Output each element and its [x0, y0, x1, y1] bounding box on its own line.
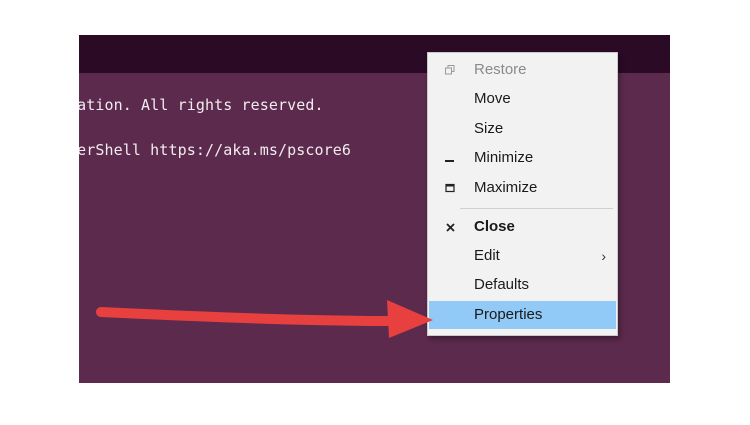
menu-item-move[interactable]: Move — [429, 85, 616, 113]
menu-item-maximize[interactable]: Maximize — [429, 174, 616, 202]
menu-item-label: Restore — [474, 61, 527, 78]
red-arrow-annotation — [96, 300, 433, 338]
menu-item-defaults[interactable]: Defaults — [429, 271, 616, 299]
chevron-right-icon: › — [601, 248, 606, 264]
menu-item-minimize[interactable]: Minimize — [429, 144, 616, 172]
menu-item-label: Maximize — [474, 179, 538, 196]
menu-item-label: Properties — [474, 306, 543, 323]
menu-item-label: Defaults — [474, 276, 530, 293]
terminal-output-line: werShell https://aka.ms/pscore6 — [79, 141, 352, 159]
menu-item-label: Move — [474, 90, 511, 107]
menu-item-size[interactable]: Size — [429, 115, 616, 143]
restore-icon — [443, 56, 457, 84]
maximize-icon — [443, 174, 457, 202]
menu-item-properties[interactable]: Properties — [429, 301, 616, 329]
menu-item-label: Minimize — [474, 149, 534, 166]
menu-item-restore[interactable]: Restore — [429, 56, 616, 84]
terminal-output-line: ration. All rights reserved. — [79, 96, 324, 114]
menu-item-label: Size — [474, 120, 504, 137]
menu-item-close[interactable]: Close — [429, 213, 616, 241]
minimize-icon — [443, 144, 457, 172]
close-icon — [443, 213, 457, 241]
menu-item-label: Edit — [474, 247, 500, 264]
system-context-menu: Restore Move Size Minimize Maximize Clos… — [427, 52, 618, 336]
menu-item-label: Close — [474, 218, 515, 235]
menu-item-edit[interactable]: Edit › — [429, 242, 616, 270]
menu-separator — [460, 208, 613, 209]
